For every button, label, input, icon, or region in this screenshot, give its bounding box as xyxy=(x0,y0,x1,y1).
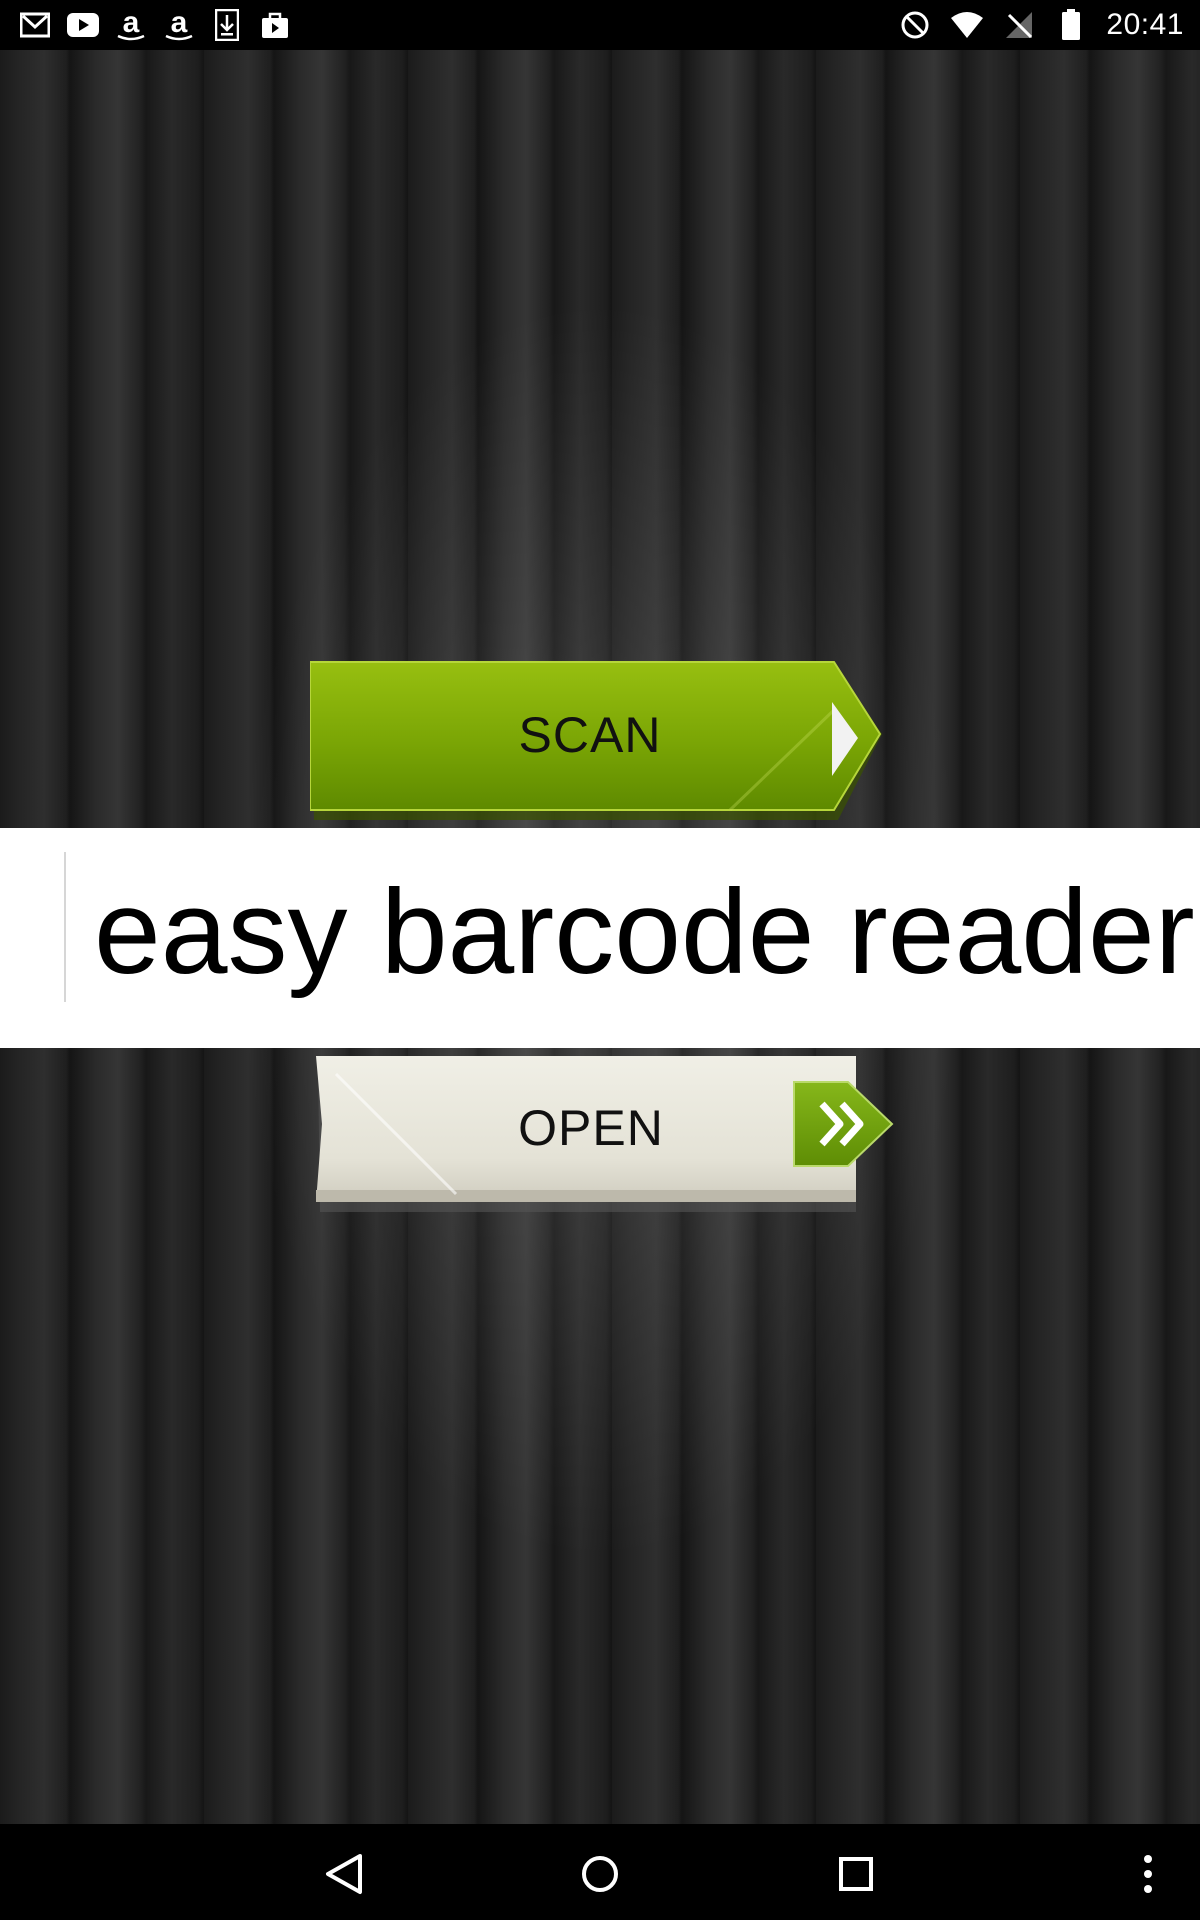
no-sim-icon xyxy=(1002,8,1036,42)
gmail-icon xyxy=(18,8,52,42)
system-indicators: 20:41 xyxy=(898,8,1184,42)
youtube-icon xyxy=(66,8,100,42)
status-bar: a a 20:41 xyxy=(0,0,1200,50)
amazon-icon: a xyxy=(162,8,196,42)
shopping-bag-icon xyxy=(258,8,292,42)
open-button[interactable]: OPEN xyxy=(316,1054,894,1214)
download-icon xyxy=(210,8,244,42)
notification-icons: a a xyxy=(18,8,292,42)
scan-button[interactable]: SCAN xyxy=(310,660,886,820)
back-icon[interactable] xyxy=(314,1844,374,1904)
battery-icon xyxy=(1054,8,1088,42)
recents-icon[interactable] xyxy=(826,1844,886,1904)
title-band: easy barcode reader xyxy=(0,828,1200,1048)
navigation-bar xyxy=(0,1824,1200,1920)
overflow-menu-icon[interactable] xyxy=(1118,1844,1178,1904)
do-not-disturb-icon xyxy=(898,8,932,42)
home-icon[interactable] xyxy=(570,1844,630,1904)
scan-button-label: SCAN xyxy=(518,707,662,763)
text-cursor xyxy=(64,852,66,1002)
open-button-label: OPEN xyxy=(518,1100,664,1156)
wifi-icon xyxy=(950,8,984,42)
app-title: easy barcode reader xyxy=(94,865,1195,999)
clock: 20:41 xyxy=(1106,8,1184,41)
amazon-icon: a xyxy=(114,8,148,42)
svg-text:a: a xyxy=(171,8,188,39)
svg-text:a: a xyxy=(123,8,140,39)
